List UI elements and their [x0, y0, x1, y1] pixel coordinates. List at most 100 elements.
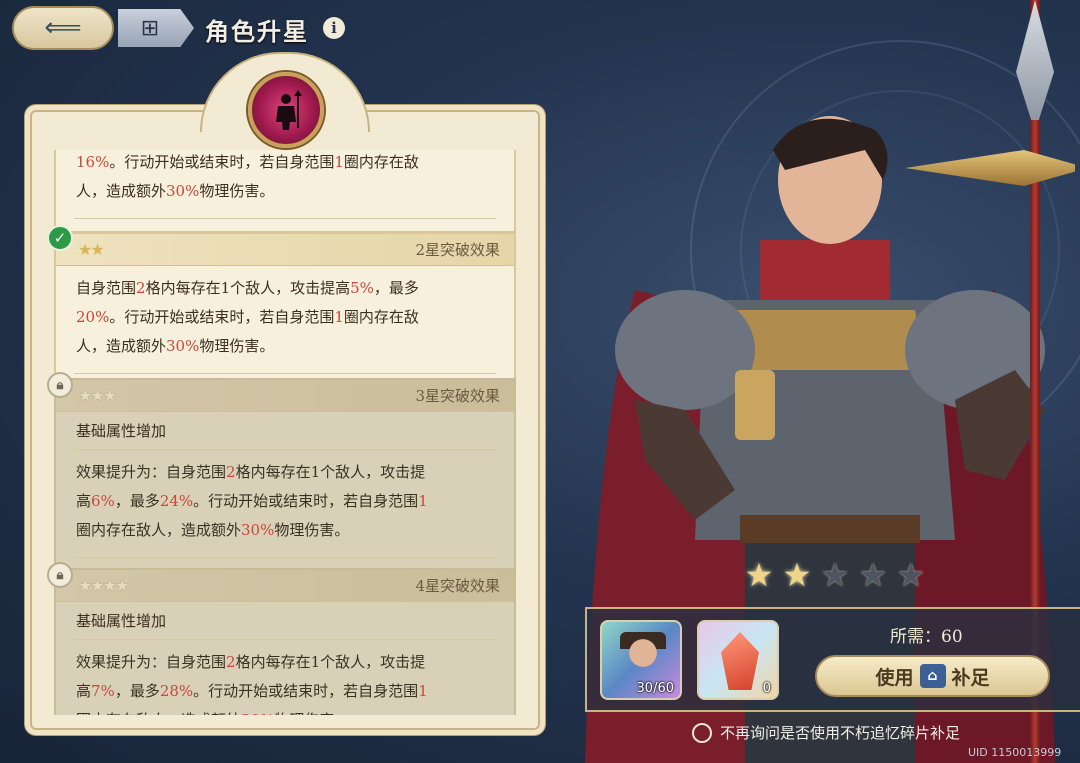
use-supplement-button[interactable]: 使用 ⌂ 补足	[815, 655, 1050, 697]
description-line: 人，造成额外30%物理伤害。	[76, 332, 494, 361]
description-text: 物理伤害。	[199, 337, 275, 355]
star-filled-icon: ★	[744, 556, 774, 594]
description-line: 自身范围2格内每存在1个敌人，攻击提高5%，最多	[76, 274, 494, 303]
highlight-value: 1	[418, 492, 428, 510]
highlight-value: 1	[334, 308, 344, 326]
highlight-value: 5%	[350, 279, 374, 297]
description-text: ，最多	[114, 492, 160, 510]
card-header: ★★★ 3星突破效果	[56, 380, 514, 412]
description-line: 效果提升为：自身范围2格内每存在1个敌人，攻击提	[76, 458, 494, 487]
highlight-value: 1	[418, 682, 428, 700]
user-id: UID 1150013999	[968, 746, 1062, 759]
effect-description: 16%。行动开始或结束时，若自身范围1圈内存在敌 人，造成额外30%物理伤害。	[56, 150, 514, 214]
description-text: 圈内存在敌	[343, 308, 419, 326]
description-text: 格内每存在1个敌人，攻击提高	[145, 279, 351, 297]
fragment-count: 30/60	[636, 681, 674, 696]
description-line: 圈内存在敌人，造成额外30%物理伤害。	[76, 516, 494, 545]
description-line: 圈内存在敌人，造成额外30%物理伤害。	[76, 706, 494, 715]
star-empty-icon: ★	[896, 556, 926, 594]
effect-description: 效果提升为：自身范围2格内每存在1个敌人，攻击提 高7%，最多28%。行动开始或结…	[56, 640, 514, 715]
shard-count: 0	[762, 681, 771, 696]
star-rating: ★ ★ ★ ★ ★	[742, 558, 928, 592]
description-line: 高6%，最多24%。行动开始或结束时，若自身范围1	[76, 487, 494, 516]
immortal-shard-item[interactable]: 0	[697, 620, 779, 700]
description-text: 。行动开始或结束时，若自身范围	[109, 153, 335, 171]
description-text: ，最多	[373, 279, 419, 297]
effect-description: 自身范围2格内每存在1个敌人，攻击提高5%，最多 20%。行动开始或结束时，若自身…	[56, 266, 514, 369]
star-rank-icon: ★★★	[78, 386, 117, 405]
highlight-value: 24%	[159, 492, 194, 510]
option-label: 不再询问是否使用不朽追忆碎片补足	[720, 724, 961, 742]
menu-button[interactable]: ⊞	[118, 9, 194, 47]
page-title: 角色升星	[205, 17, 309, 46]
lock-icon: 🔒︎	[47, 562, 73, 588]
description-line: 16%。行动开始或结束时，若自身范围1圈内存在敌	[76, 150, 494, 177]
description-text: 格内每存在1个敌人，攻击提	[235, 463, 426, 481]
description-text: 高	[76, 682, 92, 700]
unlocked-check-icon: ✓	[47, 225, 73, 251]
description-text: 圈内存在敌人，造成额外	[76, 711, 241, 715]
character-class-emblem-icon	[248, 72, 324, 148]
use-label: 使用	[875, 666, 914, 689]
highlight-value: 30%	[166, 182, 200, 200]
card-header: ★★★★ 4星突破效果	[56, 570, 514, 602]
required-amount: 所需：60	[890, 627, 963, 647]
gift-box-icon: ⌂	[919, 664, 946, 688]
divider	[74, 557, 496, 558]
description-text: 物理伤害。	[274, 521, 350, 539]
divider	[74, 373, 496, 374]
description-text: 人，造成额外	[76, 182, 167, 200]
effect-card-1star: 16%。行动开始或结束时，若自身范围1圈内存在敌 人，造成额外30%物理伤害。	[54, 150, 516, 233]
description-text: 圈内存在敌人，造成额外	[76, 521, 242, 539]
highlight-value: 6%	[91, 492, 115, 510]
highlight-value: 2	[226, 463, 236, 481]
grid-menu-icon: ⊞	[140, 15, 160, 41]
effect-description: 效果提升为：自身范围2格内每存在1个敌人，攻击提 高6%，最多24%。行动开始或结…	[56, 450, 514, 553]
star-rank-icon: ★★★★	[78, 576, 129, 595]
description-text: 。行动开始或结束时，若自身范围	[109, 308, 335, 326]
star-rank-icon: ★★	[78, 240, 105, 259]
effects-scroll-list[interactable]: 16%。行动开始或结束时，若自身范围1圈内存在敌 人，造成额外30%物理伤害。 ★…	[40, 150, 520, 715]
description-text: 高	[76, 492, 92, 510]
description-text: 。行动开始或结束时，若自身范围	[193, 682, 419, 700]
card-title: 2星突破效果	[415, 241, 500, 259]
highlight-value: 1	[334, 153, 344, 171]
highlight-value: 28%	[159, 682, 194, 700]
highlight-value: 30%	[241, 711, 274, 715]
description-line: 人，造成额外30%物理伤害。	[76, 177, 494, 206]
divider	[74, 218, 496, 219]
supplement-label: 补足	[951, 666, 990, 689]
crystal-shard-icon	[721, 632, 759, 690]
highlight-value: 30%	[241, 521, 275, 539]
radio-button[interactable]	[692, 722, 712, 743]
effect-card-4star: ★★★★ 4星突破效果 基础属性增加 效果提升为：自身范围2格内每存在1个敌人，…	[54, 568, 516, 715]
star-empty-icon: ★	[858, 556, 888, 594]
back-button[interactable]: ⟸	[12, 6, 114, 50]
description-text: 人，造成额外	[76, 337, 167, 355]
highlight-value: 7%	[91, 682, 115, 700]
dont-ask-again-option[interactable]: 不再询问是否使用不朽追忆碎片补足	[692, 722, 960, 743]
info-icon[interactable]: i	[323, 17, 345, 39]
description-text: ，最多	[114, 682, 160, 700]
star-empty-icon: ★	[820, 556, 850, 594]
description-text: 效果提升为：自身范围	[76, 653, 227, 671]
description-text: 自身范围	[76, 279, 137, 297]
description-line: 20%。行动开始或结束时，若自身范围1圈内存在敌	[76, 303, 494, 332]
description-text: 物理伤害。	[199, 182, 275, 200]
description-text: 效果提升为：自身范围	[76, 463, 227, 481]
highlight-value: 2	[136, 279, 146, 297]
memory-fragment-item[interactable]: 30/60	[600, 620, 682, 700]
card-header: ★★ 2星突破效果	[56, 234, 514, 266]
description-text: 。行动开始或结束时，若自身范围	[193, 492, 419, 510]
highlight-value: 20%	[76, 308, 110, 326]
card-title: 3星突破效果	[415, 387, 500, 405]
highlight-value: 2	[226, 653, 236, 671]
description-line: 高7%，最多28%。行动开始或结束时，若自身范围1	[76, 677, 494, 706]
card-subtitle: 基础属性增加	[76, 612, 167, 630]
star-filled-icon: ★	[782, 556, 812, 594]
description-text: 圈内存在敌	[343, 153, 419, 171]
description-text: 格内每存在1个敌人，攻击提	[235, 653, 426, 671]
description-line: 效果提升为：自身范围2格内每存在1个敌人，攻击提	[76, 648, 494, 677]
card-subtitle: 基础属性增加	[76, 422, 167, 440]
lock-icon: 🔒︎	[47, 372, 73, 398]
